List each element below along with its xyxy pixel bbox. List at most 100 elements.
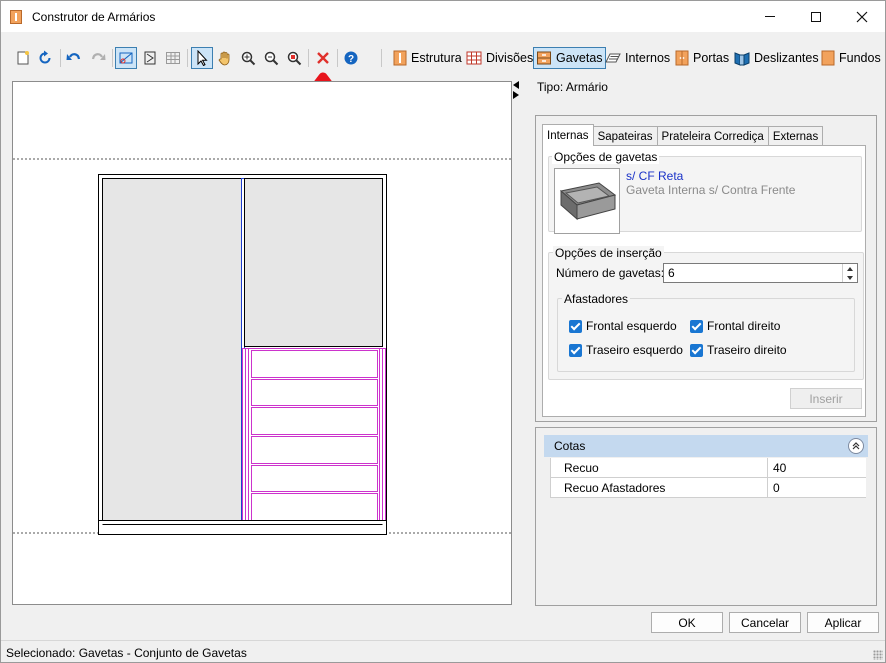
door-icon	[675, 50, 689, 66]
tab-portas[interactable]: Portas	[673, 47, 731, 69]
frame-icon	[144, 51, 156, 65]
ok-button[interactable]: OK	[651, 612, 723, 633]
expand-right-icon	[513, 91, 519, 99]
close-icon	[856, 11, 868, 22]
gaveta-item-desc: Gaveta Interna s/ Contra Frente	[626, 183, 796, 197]
checkbox-checked-icon	[569, 343, 582, 357]
view-mode-icon	[119, 52, 133, 64]
drawer-icon	[537, 51, 551, 65]
collapse-left-icon	[513, 81, 519, 89]
toolbar-separator	[381, 49, 382, 67]
numero-gavetas-input[interactable]	[663, 263, 858, 283]
tab-portas-label: Portas	[693, 51, 730, 65]
spin-up-icon[interactable]	[843, 264, 857, 273]
tab-fundos[interactable]: Fundos	[819, 47, 883, 69]
minimize-icon	[765, 16, 775, 17]
apply-button[interactable]: Aplicar	[807, 612, 879, 633]
toolbar-separator	[112, 49, 113, 67]
opcoes-gavetas-title: Opções de gavetas	[552, 150, 660, 164]
tab-deslizantes[interactable]: Deslizantes	[732, 47, 821, 69]
checkbox-traseiro-esquerdo[interactable]: Traseiro esquerdo	[569, 343, 683, 357]
tab-internos-label: Internos	[625, 51, 671, 65]
checkbox-checked-icon	[690, 343, 703, 357]
minimize-button[interactable]	[747, 1, 793, 32]
redo-icon	[91, 53, 106, 60]
internos-icon	[605, 53, 621, 63]
checkbox-label: Frontal esquerdo	[586, 319, 677, 333]
gaveta-thumbnail[interactable]	[554, 168, 620, 234]
new-button[interactable]	[12, 47, 34, 69]
wardrobe-base	[98, 520, 387, 535]
table-button[interactable]	[162, 47, 184, 69]
tipo-label: Tipo: Armário	[537, 80, 608, 94]
zoom-in-button[interactable]	[260, 47, 282, 69]
spin-down-icon[interactable]	[843, 273, 857, 282]
tab-divisoes-label: Divisões	[486, 51, 534, 65]
refresh-button[interactable]	[34, 47, 56, 69]
tab-estrutura[interactable]: Estrutura	[391, 47, 464, 69]
pointer-icon	[197, 50, 208, 66]
right-upper-compartment	[244, 178, 383, 347]
checkbox-label: Frontal direito	[707, 319, 781, 333]
resize-grip-icon[interactable]	[873, 650, 883, 660]
view-mode-button[interactable]	[115, 47, 137, 69]
maximize-icon	[811, 11, 821, 22]
prop-value-recuo-afastadores[interactable]: 0	[767, 478, 867, 497]
select-tool-button[interactable]	[191, 47, 213, 69]
status-text: Selecionado: Gavetas - Conjunto de Gavet…	[6, 646, 247, 660]
maximize-button[interactable]	[793, 1, 839, 32]
checkbox-checked-icon	[569, 319, 582, 333]
opcoes-insercao-title: Opções de inserção	[553, 246, 664, 260]
checkbox-checked-icon	[690, 319, 703, 333]
tab-divisoes[interactable]: Divisões	[464, 47, 535, 69]
numero-gavetas-spinner[interactable]	[842, 264, 857, 282]
table-icon	[166, 52, 180, 64]
prop-name: Recuo	[564, 461, 599, 475]
app-window: Construtor de Armários ? Estrutura Divis…	[0, 0, 886, 663]
tab-gavetas[interactable]: Gavetas	[533, 47, 606, 69]
redo-button[interactable]	[87, 47, 109, 69]
checkbox-frontal-direito[interactable]: Frontal direito	[690, 319, 780, 333]
cancel-button[interactable]: Cancelar	[729, 612, 801, 633]
checkbox-label: Traseiro esquerdo	[586, 343, 683, 357]
frame-button[interactable]	[139, 47, 161, 69]
pan-tool-button[interactable]	[214, 47, 236, 69]
back-panel-icon	[821, 50, 835, 66]
refresh-icon	[39, 50, 51, 64]
hand-icon	[218, 51, 230, 66]
tab-prateleira-corredica[interactable]: Prateleira Corrediça	[656, 126, 769, 146]
left-compartment	[102, 178, 242, 521]
window-title: Construtor de Armários	[32, 10, 156, 24]
tab-internas[interactable]: Internas	[542, 124, 594, 146]
gaveta-item-name[interactable]: s/ CF Reta	[626, 169, 683, 183]
checkbox-traseiro-direito[interactable]: Traseiro direito	[690, 343, 787, 357]
zoom-in-icon	[264, 51, 279, 66]
panel-toggle[interactable]	[513, 81, 523, 101]
title-bar: Construtor de Armários	[1, 1, 885, 32]
prop-value-recuo[interactable]: 40	[767, 458, 867, 477]
gavetas-tabs: Internas Sapateiras Prateleira Corrediça…	[542, 124, 824, 146]
numero-gavetas-label: Número de gavetas:	[556, 266, 665, 280]
prop-row-recuo-afastadores: Recuo Afastadores 0	[550, 478, 866, 498]
checkbox-frontal-esquerdo[interactable]: Frontal esquerdo	[569, 319, 677, 333]
drawer-3d-icon	[559, 182, 617, 221]
zoom-fit-button[interactable]	[237, 47, 259, 69]
estrutura-icon	[393, 50, 407, 66]
drawing-canvas[interactable]	[12, 81, 512, 605]
status-bar: Selecionado: Gavetas - Conjunto de Gavet…	[1, 640, 885, 662]
close-button[interactable]	[839, 1, 885, 32]
toolbar-separator	[187, 49, 188, 67]
prop-name: Recuo Afastadores	[564, 481, 666, 495]
cotas-header[interactable]: Cotas	[544, 435, 868, 457]
tab-externas[interactable]: Externas	[767, 126, 824, 146]
collapse-up-icon[interactable]	[848, 438, 864, 454]
undo-icon	[66, 53, 81, 60]
new-document-icon	[17, 51, 29, 65]
tab-internos[interactable]: Internos	[603, 47, 672, 69]
tab-sapateiras[interactable]: Sapateiras	[592, 126, 658, 146]
inserir-button[interactable]: Inserir	[790, 388, 862, 409]
app-icon	[10, 10, 22, 24]
undo-button[interactable]	[63, 47, 85, 69]
grid-icon	[466, 51, 482, 65]
toolbar-separator	[60, 49, 61, 67]
